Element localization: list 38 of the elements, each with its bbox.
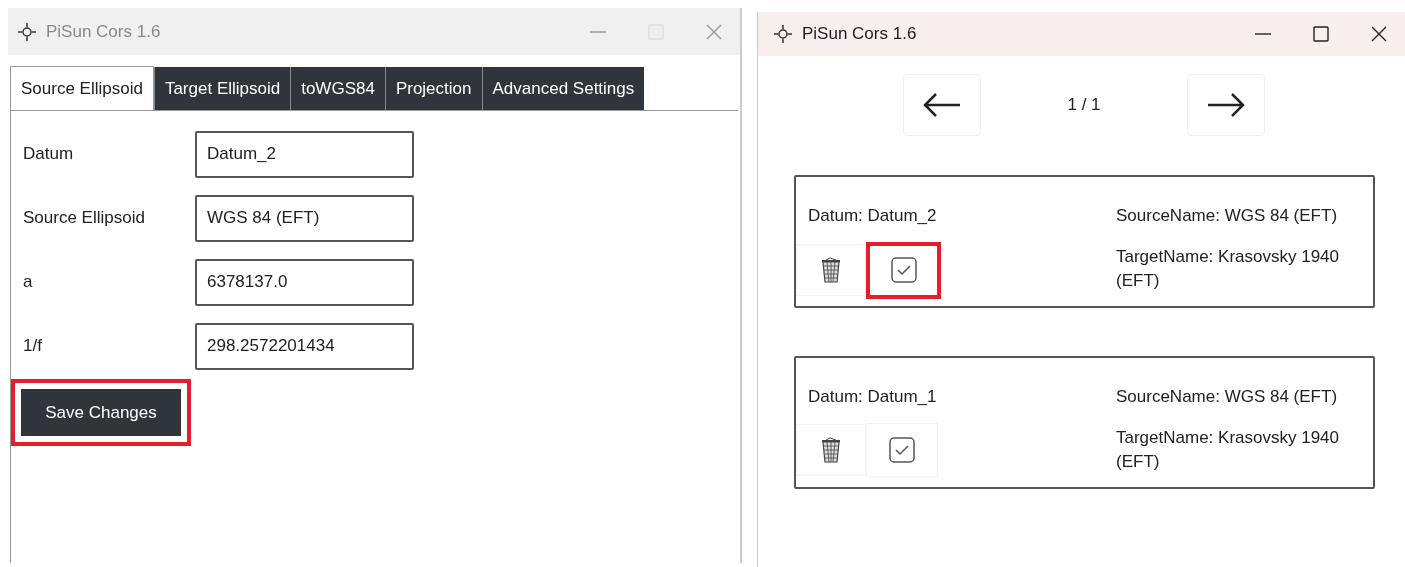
tab[interactable]: Advanced Settings (481, 67, 645, 110)
field-label: a (23, 271, 34, 294)
target-name-text: TargetName: Krasovsky 1940 (EFT) (1116, 426, 1340, 473)
select-button[interactable] (866, 241, 941, 299)
delete-button[interactable] (796, 244, 866, 296)
tab[interactable]: Source Ellipsoid (10, 66, 154, 110)
crosshair-icon (16, 20, 38, 43)
field-label: Source Ellipsoid (23, 207, 146, 230)
source-name-text: SourceName: WGS 84 (EFT) (1116, 386, 1339, 408)
arrow-right-icon (1206, 92, 1246, 118)
next-button[interactable] (1187, 74, 1265, 136)
maximize-icon[interactable] (1311, 24, 1331, 44)
crosshair-icon (772, 23, 794, 45)
checkmark-icon (889, 256, 918, 284)
save-button[interactable]: Save Changes (21, 389, 181, 436)
previous-button[interactable] (903, 74, 981, 136)
delete-button[interactable] (796, 423, 866, 476)
target-name-text: TargetName: Krasovsky 1940 (EFT) (1116, 245, 1340, 292)
tab[interactable]: Projection (384, 67, 482, 110)
tab[interactable]: toWGS84 (290, 67, 385, 110)
text-field[interactable]: 298.2572201434 (195, 322, 414, 370)
window-title: PiSun Cors 1.6 (802, 23, 917, 46)
trash-icon (820, 435, 842, 464)
field-label: 1/f (23, 335, 43, 358)
text-field[interactable]: Datum_2 (195, 130, 414, 178)
checkmark-icon (888, 435, 916, 464)
datum-text: Datum: Datum_2 (807, 205, 938, 227)
window-title: PiSun Cors 1.6 (46, 20, 161, 43)
text-field[interactable]: 6378137.0 (195, 258, 414, 306)
trash-icon (820, 256, 842, 284)
field-label: Datum (23, 143, 75, 166)
close-icon[interactable] (1369, 24, 1389, 44)
page-indicator: 1 / 1 (1066, 94, 1102, 117)
datum-text: Datum: Datum_1 (807, 386, 938, 408)
source-name-text: SourceName: WGS 84 (EFT) (1116, 205, 1339, 227)
tab[interactable]: Target Ellipsoid (153, 67, 291, 110)
text-field[interactable]: WGS 84 (EFT) (195, 194, 414, 242)
arrow-left-icon (922, 92, 962, 118)
